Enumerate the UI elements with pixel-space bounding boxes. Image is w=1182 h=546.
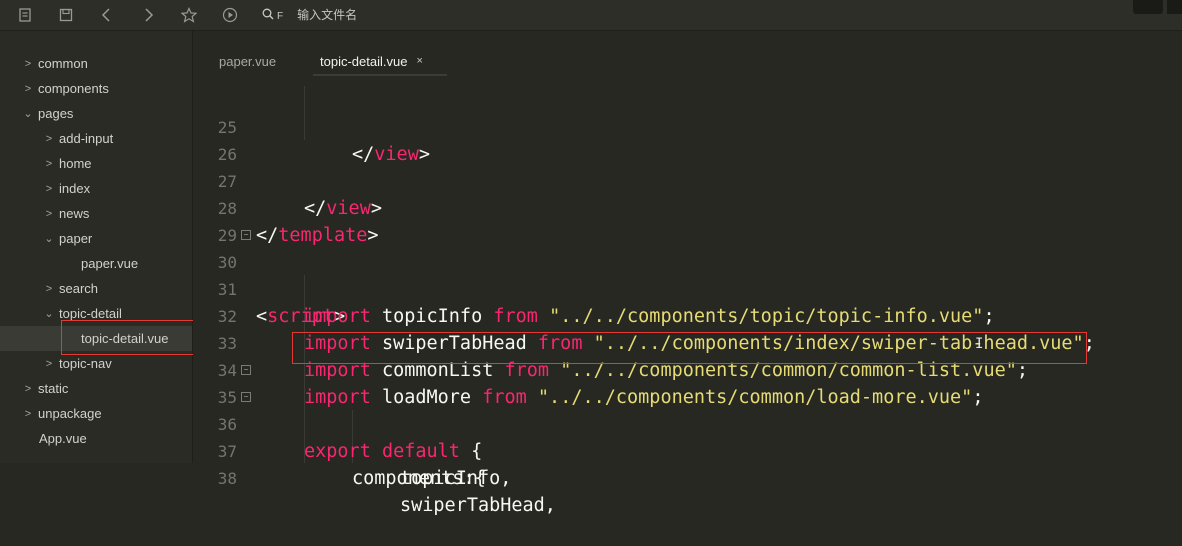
tree-item-app-vue[interactable]: App.vue xyxy=(0,426,192,451)
tree-item-label: pages xyxy=(38,106,74,121)
tab-label: paper.vue xyxy=(219,53,277,69)
tree-item-label: unpackage xyxy=(38,406,102,421)
tree-item-static[interactable]: > static xyxy=(0,376,192,401)
tree-item-common[interactable]: > common xyxy=(0,51,192,76)
tree-item-label: topic-detail.vue xyxy=(81,331,169,346)
save-icon[interactable] xyxy=(55,4,77,26)
star-icon[interactable] xyxy=(178,4,200,26)
chevron-right-icon: > xyxy=(45,357,53,370)
text-cursor-icon: I xyxy=(975,336,984,352)
search-icon xyxy=(262,7,276,23)
forward-icon[interactable] xyxy=(137,4,159,26)
tree-item-topic-nav[interactable]: > topic-nav xyxy=(0,351,192,376)
chevron-down-icon: ⌄ xyxy=(23,108,33,120)
tree-item-home[interactable]: > home xyxy=(0,151,192,176)
code-line: 31 import topicInfo from "../../componen… xyxy=(193,249,1182,327)
chevron-down-icon: ⌄ xyxy=(44,233,54,245)
chevron-right-icon: > xyxy=(45,157,53,170)
tree-item-label: paper xyxy=(59,231,93,246)
back-icon[interactable] xyxy=(96,4,118,26)
code-line: 37 topicInfo, xyxy=(193,411,1182,489)
search-flag: F xyxy=(277,11,284,22)
fold-toggle-icon[interactable]: − xyxy=(241,365,251,375)
chevron-right-icon: > xyxy=(24,382,32,395)
chevron-down-icon: ⌄ xyxy=(44,308,54,320)
tree-item-label: App.vue xyxy=(39,431,87,446)
fold-toggle-icon[interactable]: − xyxy=(241,230,251,240)
code-line: 33 import commonList from "../../compone… xyxy=(193,303,1182,381)
tree-item-label: search xyxy=(59,281,99,296)
tab-label: topic-detail.vue xyxy=(320,53,408,69)
code-line: 26 xyxy=(193,114,1182,164)
active-tab-indicator xyxy=(313,74,447,76)
code-text: swiperTabHead, xyxy=(400,495,556,516)
code-line: 32 import swiperTabHead from "../../comp… xyxy=(193,276,1182,354)
code-line: 36 − components:{ xyxy=(193,384,1182,489)
code-line: 28 </template> xyxy=(193,168,1182,246)
code-line: 29 xyxy=(193,195,1182,245)
tree-item-pages[interactable]: ⌄ pages xyxy=(0,101,192,126)
tree-item-label: home xyxy=(59,156,92,171)
tree-item-paper[interactable]: ⌄ paper xyxy=(0,226,192,251)
chevron-right-icon: > xyxy=(24,57,32,70)
tree-item-topic-detail[interactable]: ⌄ topic-detail xyxy=(0,301,192,326)
code-editor[interactable]: 25 </view> 26 27 </view> 28 </template> … xyxy=(193,86,1182,516)
run-icon[interactable] xyxy=(219,4,241,26)
toolbar: F xyxy=(0,0,1182,31)
tree-item-label: static xyxy=(38,381,69,396)
tree-item-components[interactable]: > components xyxy=(0,76,192,101)
tree-item-index[interactable]: > index xyxy=(0,176,192,201)
tree-item-label: topic-detail xyxy=(59,306,122,321)
tree-item-label: paper.vue xyxy=(81,256,139,271)
code-text: topicInfo, xyxy=(400,468,512,489)
tab-topic-detail-vue[interactable]: topic-detail.vue × xyxy=(320,48,423,74)
close-icon[interactable]: × xyxy=(416,55,422,67)
tree-item-news[interactable]: > news xyxy=(0,201,192,226)
tree-item-topic-detail-vue[interactable]: topic-detail.vue xyxy=(0,326,192,351)
line-number: 38 xyxy=(217,469,237,488)
tree-item-label: index xyxy=(59,181,91,196)
code-line: 35 − export default { xyxy=(193,357,1182,462)
tree-item-label: add-input xyxy=(59,131,114,146)
tree-item-label: common xyxy=(38,56,88,71)
chevron-right-icon: > xyxy=(45,282,53,295)
new-file-icon[interactable] xyxy=(14,4,36,26)
tree-item-search[interactable]: > search xyxy=(0,276,192,301)
project-explorer: > common > components ⌄ pages > add-inpu… xyxy=(0,31,226,463)
tree-item-label: components xyxy=(38,81,109,96)
window-icon[interactable] xyxy=(1133,0,1163,14)
code-line: 25 </view> xyxy=(193,87,1182,165)
chevron-right-icon: > xyxy=(45,132,53,145)
code-line: 38 swiperTabHead, xyxy=(193,438,1182,516)
tab-paper-vue[interactable]: paper.vue xyxy=(219,48,276,74)
window-control-icon[interactable] xyxy=(1167,0,1182,14)
tree-item-label: topic-nav xyxy=(59,356,112,371)
chevron-right-icon: > xyxy=(24,407,32,420)
fold-toggle-icon[interactable]: − xyxy=(241,392,251,402)
chevron-right-icon: > xyxy=(45,207,53,220)
tree-item-paper-vue[interactable]: paper.vue xyxy=(0,251,192,276)
file-search-box[interactable]: F xyxy=(262,5,492,25)
tree-item-add-input[interactable]: > add-input xyxy=(0,126,192,151)
code-line: 34 import loadMore from "../../component… xyxy=(193,330,1182,408)
tree-item-label: news xyxy=(59,206,90,221)
code-line: 30 − <script> xyxy=(193,222,1182,327)
tree-item-unpackage[interactable]: > unpackage xyxy=(0,401,192,426)
file-search-input[interactable] xyxy=(297,8,478,22)
editor-tabs: paper.vue topic-detail.vue × xyxy=(193,31,1182,86)
chevron-right-icon: > xyxy=(45,182,53,195)
chevron-right-icon: > xyxy=(24,82,32,95)
code-line: 27 </view> xyxy=(193,141,1182,219)
